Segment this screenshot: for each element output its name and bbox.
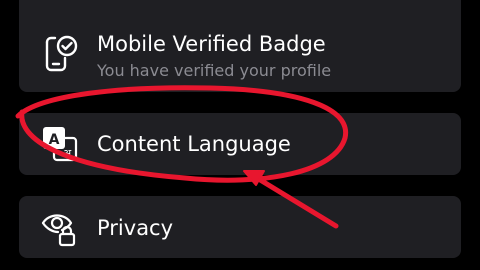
- item-title: Mobile Verified Badge: [97, 32, 326, 56]
- item-subtitle: You have verified your profile: [97, 61, 332, 80]
- language-glyph-devanagari: अ: [63, 147, 72, 160]
- mobile-verified-badge-item[interactable]: Mobile Verified Badge You have verified …: [19, 0, 461, 92]
- item-title: Content Language: [97, 132, 291, 156]
- mobile-verified-icon: [41, 34, 79, 72]
- language-glyph-latin: A: [49, 132, 60, 148]
- language-icon: A अ: [41, 125, 79, 163]
- privacy-eye-lock-icon: [41, 209, 79, 247]
- content-language-item[interactable]: A अ Content Language: [19, 113, 461, 175]
- privacy-item[interactable]: Privacy: [19, 196, 461, 258]
- item-title: Privacy: [97, 216, 174, 240]
